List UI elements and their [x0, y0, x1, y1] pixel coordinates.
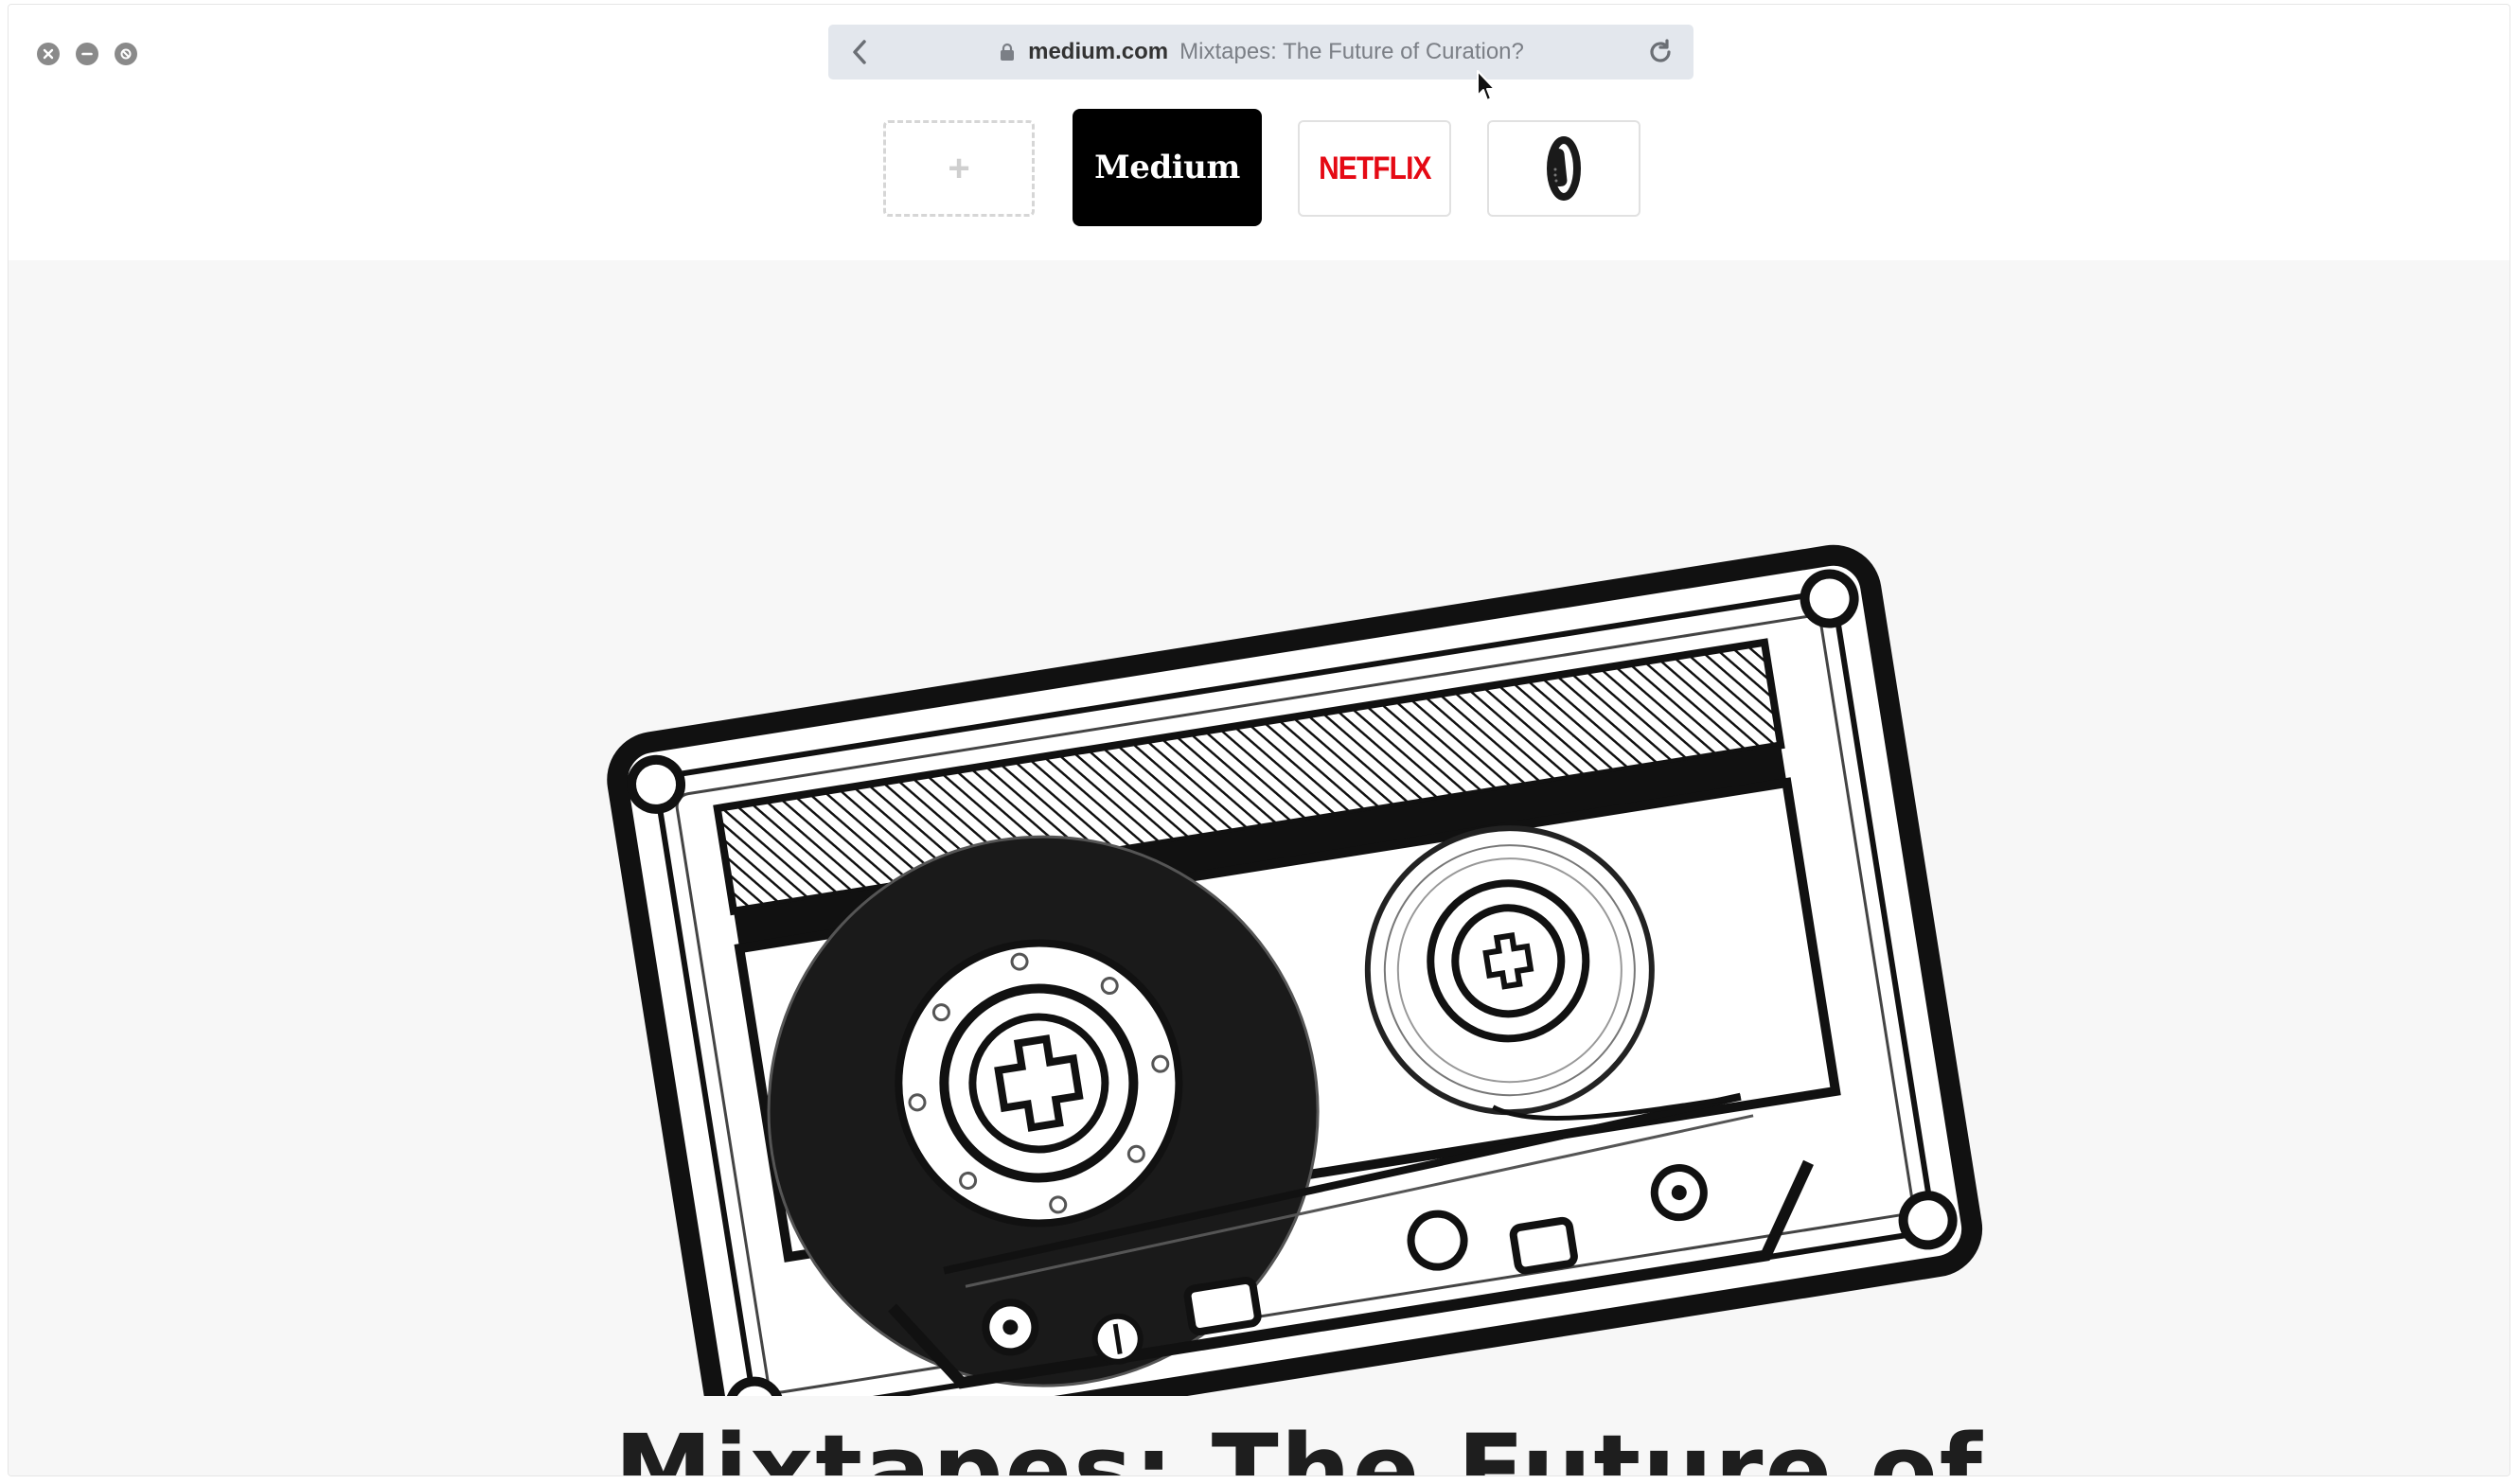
reload-icon — [1650, 39, 1671, 62]
plus-icon: + — [948, 147, 970, 189]
browser-window: medium.com Mixtapes: The Future of Curat… — [8, 4, 2510, 1476]
window-controls — [37, 43, 137, 65]
fullscreen-icon[interactable] — [115, 43, 137, 65]
favorite-netflix[interactable]: NETFLIX — [1298, 120, 1451, 217]
url-domain: medium.com — [1028, 39, 1169, 64]
lock-icon — [998, 41, 1017, 63]
reload-button[interactable] — [1644, 36, 1676, 68]
fitbit-band-icon — [1547, 136, 1581, 201]
minimize-icon[interactable] — [76, 43, 98, 65]
mouse-cursor-icon — [1477, 70, 1496, 101]
close-icon[interactable] — [37, 43, 60, 65]
add-favorite-button[interactable]: + — [883, 120, 1035, 217]
favorite-fitbit[interactable] — [1487, 120, 1640, 217]
address-bar[interactable]: medium.com Mixtapes: The Future of Curat… — [828, 25, 1693, 80]
cassette-tape-illustration — [607, 544, 1983, 1396]
article-title: Mixtapes: The Future of — [614, 1413, 1984, 1476]
netflix-logo: NETFLIX — [1318, 150, 1431, 186]
url-page-title: Mixtapes: The Future of Curation? — [1179, 39, 1524, 64]
url-display: medium.com Mixtapes: The Future of Curat… — [828, 25, 1693, 80]
medium-logo: Medium — [1094, 149, 1240, 186]
favorite-medium[interactable]: Medium — [1073, 109, 1262, 226]
page-content: Mixtapes: The Future of — [9, 260, 2509, 1476]
